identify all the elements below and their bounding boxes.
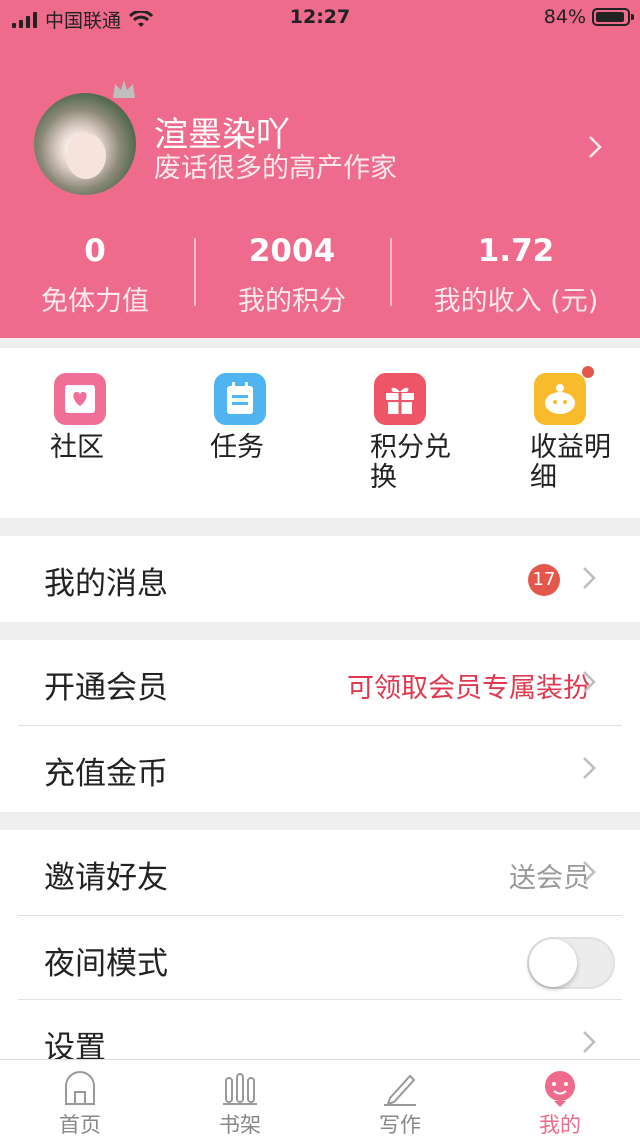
menu-label: 邀请好友 bbox=[44, 860, 168, 896]
invite-hint: 送会员 bbox=[509, 863, 590, 894]
tab-label: 写作 bbox=[379, 1113, 421, 1137]
chevron-right-icon bbox=[583, 1031, 596, 1053]
shortcut-label: 社区 bbox=[50, 432, 104, 463]
stat-value: 1.72 bbox=[477, 233, 555, 269]
chevron-right-icon bbox=[583, 757, 596, 779]
menu-label: 我的消息 bbox=[44, 566, 168, 602]
chevron-right-icon[interactable] bbox=[588, 135, 602, 159]
gift-icon bbox=[374, 373, 426, 425]
menu-recharge-coins[interactable]: 充值金币 bbox=[0, 726, 640, 812]
task-icon bbox=[214, 373, 266, 425]
stat-value: 0 bbox=[84, 233, 106, 269]
tab-me[interactable]: 我的 bbox=[480, 1060, 640, 1140]
tab-home[interactable]: 首页 bbox=[0, 1060, 160, 1140]
menu-invite-friends[interactable]: 邀请好友 送会员 bbox=[0, 830, 640, 916]
stat-value: 2004 bbox=[248, 233, 336, 269]
avatar[interactable] bbox=[34, 93, 136, 195]
battery-percent: 84% bbox=[543, 6, 586, 28]
tab-label: 首页 bbox=[59, 1113, 101, 1137]
menu-label: 开通会员 bbox=[44, 670, 168, 706]
community-icon bbox=[54, 373, 106, 425]
tab-write[interactable]: 写作 bbox=[320, 1060, 480, 1140]
chevron-right-icon bbox=[583, 861, 596, 883]
stat-label: 我的积分 bbox=[238, 286, 346, 317]
crown-icon bbox=[113, 80, 135, 98]
unread-badge: 17 bbox=[528, 564, 560, 596]
profile-header: 中国联通 12:27 84% 渲墨染吖 废话很多的高产作家 0 免体力值 200… bbox=[0, 0, 640, 338]
piggy-bank-icon bbox=[534, 373, 586, 425]
bottom-tab-bar: 首页 书架 写作 我的 bbox=[0, 1059, 640, 1140]
menu-label: 夜间模式 bbox=[44, 946, 168, 982]
stat-stamina[interactable]: 0 免体力值 bbox=[0, 233, 195, 318]
shortcut-community[interactable]: 社区 bbox=[0, 348, 160, 518]
user-bio: 废话很多的高产作家 bbox=[154, 153, 397, 184]
shortcut-label: 收益明细 bbox=[530, 432, 611, 493]
shortcut-label: 积分兑换 bbox=[370, 432, 451, 493]
shortcut-tasks[interactable]: 任务 bbox=[160, 348, 320, 518]
chevron-right-icon bbox=[583, 567, 596, 589]
vip-promo-text: 可领取会员专属装扮 bbox=[347, 673, 590, 704]
menu-night-mode: 夜间模式 bbox=[0, 916, 640, 1002]
tab-label: 我的 bbox=[539, 1113, 581, 1137]
shortcut-grid: 社区 任务 积分兑换 收益明细 bbox=[0, 348, 640, 518]
notification-dot bbox=[582, 366, 594, 378]
stat-label: 我的收入 (元) bbox=[433, 286, 599, 317]
profile-icon bbox=[545, 1071, 575, 1107]
chevron-right-icon bbox=[583, 671, 596, 693]
menu-label: 充值金币 bbox=[44, 756, 168, 792]
stat-divider bbox=[390, 238, 392, 306]
status-bar: 中国联通 12:27 84% bbox=[0, 0, 640, 36]
tab-label: 书架 bbox=[219, 1113, 261, 1137]
pen-icon bbox=[384, 1074, 416, 1106]
stat-points[interactable]: 2004 我的积分 bbox=[192, 233, 392, 318]
bookshelf-icon bbox=[223, 1073, 257, 1105]
menu-open-vip[interactable]: 开通会员 可领取会员专属装扮 bbox=[0, 640, 640, 726]
battery-icon bbox=[592, 8, 634, 26]
menu-my-messages[interactable]: 我的消息 17 bbox=[0, 536, 640, 622]
home-icon bbox=[65, 1071, 95, 1105]
stat-label: 免体力值 bbox=[41, 286, 149, 317]
shortcut-earnings[interactable]: 收益明细 bbox=[480, 348, 640, 518]
shortcut-points-exchange[interactable]: 积分兑换 bbox=[320, 348, 480, 518]
stat-income[interactable]: 1.72 我的收入 (元) bbox=[416, 233, 616, 318]
tab-bookshelf[interactable]: 书架 bbox=[160, 1060, 320, 1140]
shortcut-label: 任务 bbox=[210, 432, 264, 463]
night-mode-toggle[interactable] bbox=[527, 937, 615, 989]
